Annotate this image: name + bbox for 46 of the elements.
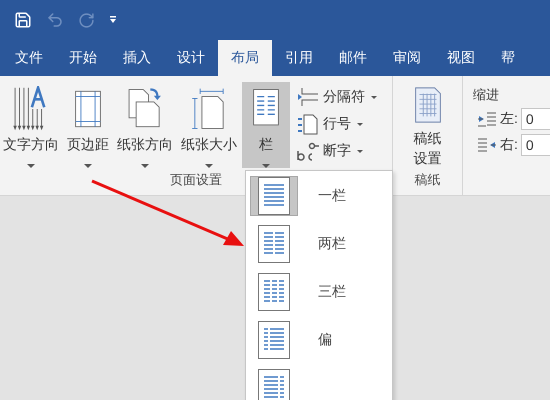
ribbon-tab[interactable]: 视图 (434, 40, 488, 76)
indent-label: 右: (500, 136, 518, 154)
ribbon-tab[interactable]: 审阅 (380, 40, 434, 76)
undo-icon (46, 11, 64, 29)
group-label: 页面设置 (170, 171, 222, 189)
line-numbers-icon (296, 113, 320, 135)
ribbon-tab[interactable]: 引用 (272, 40, 326, 76)
breaks-button[interactable]: 分隔符 (296, 86, 377, 108)
indent-left-icon (477, 111, 497, 127)
column-option[interactable]: 两栏 (250, 222, 392, 266)
caret-icon (109, 16, 117, 24)
indent-input[interactable]: 0 (520, 134, 550, 156)
ribbon-tab[interactable]: 插入 (110, 40, 164, 76)
manuscript-settings-button[interactable]: 稿纸设置 (402, 82, 452, 168)
ribbon-tab[interactable]: 设计 (164, 40, 218, 76)
ribbon-tab[interactable]: 文件 (2, 40, 56, 76)
column-option[interactable]: 一栏 (250, 175, 392, 218)
column-option[interactable]: 偏 (250, 318, 392, 362)
page-break-icon (296, 86, 320, 108)
indent-heading: 缩进 (473, 86, 500, 104)
customize-button[interactable] (109, 16, 117, 24)
grid-paper-icon (412, 86, 442, 124)
text-direction-button[interactable]: 文字方向 (0, 82, 62, 168)
indent-right-icon (477, 137, 497, 153)
column-layout-icon (258, 177, 290, 216)
column-option[interactable]: 三栏 (250, 270, 392, 314)
redo-icon (78, 12, 95, 28)
hyphenation-button[interactable]: 断字 (296, 140, 377, 162)
ribbon-tab[interactable]: 布局 (218, 40, 272, 76)
line-numbers-button[interactable]: 行号 (296, 113, 377, 135)
hyphenation-icon (296, 140, 320, 162)
column-layout-icon (258, 320, 290, 359)
indent-label: 左: (500, 110, 518, 128)
ribbon-tab[interactable]: 邮件 (326, 40, 380, 76)
margins-button[interactable]: 页边距 (64, 82, 112, 168)
save-icon (14, 11, 32, 29)
columns-button[interactable]: 栏 (242, 82, 290, 168)
save-button[interactable] (14, 11, 32, 29)
size-button[interactable]: 纸张大小 (178, 82, 240, 168)
ribbon-tab[interactable]: 开始 (56, 40, 110, 76)
ribbon-tab[interactable]: 帮 (488, 40, 528, 76)
indent-input[interactable]: 0 (520, 108, 550, 130)
orientation-button[interactable]: 纸张方向 (114, 82, 176, 168)
group-label: 稿纸 (414, 171, 440, 189)
column-layout-icon (258, 225, 290, 264)
column-layout-icon (258, 272, 290, 311)
